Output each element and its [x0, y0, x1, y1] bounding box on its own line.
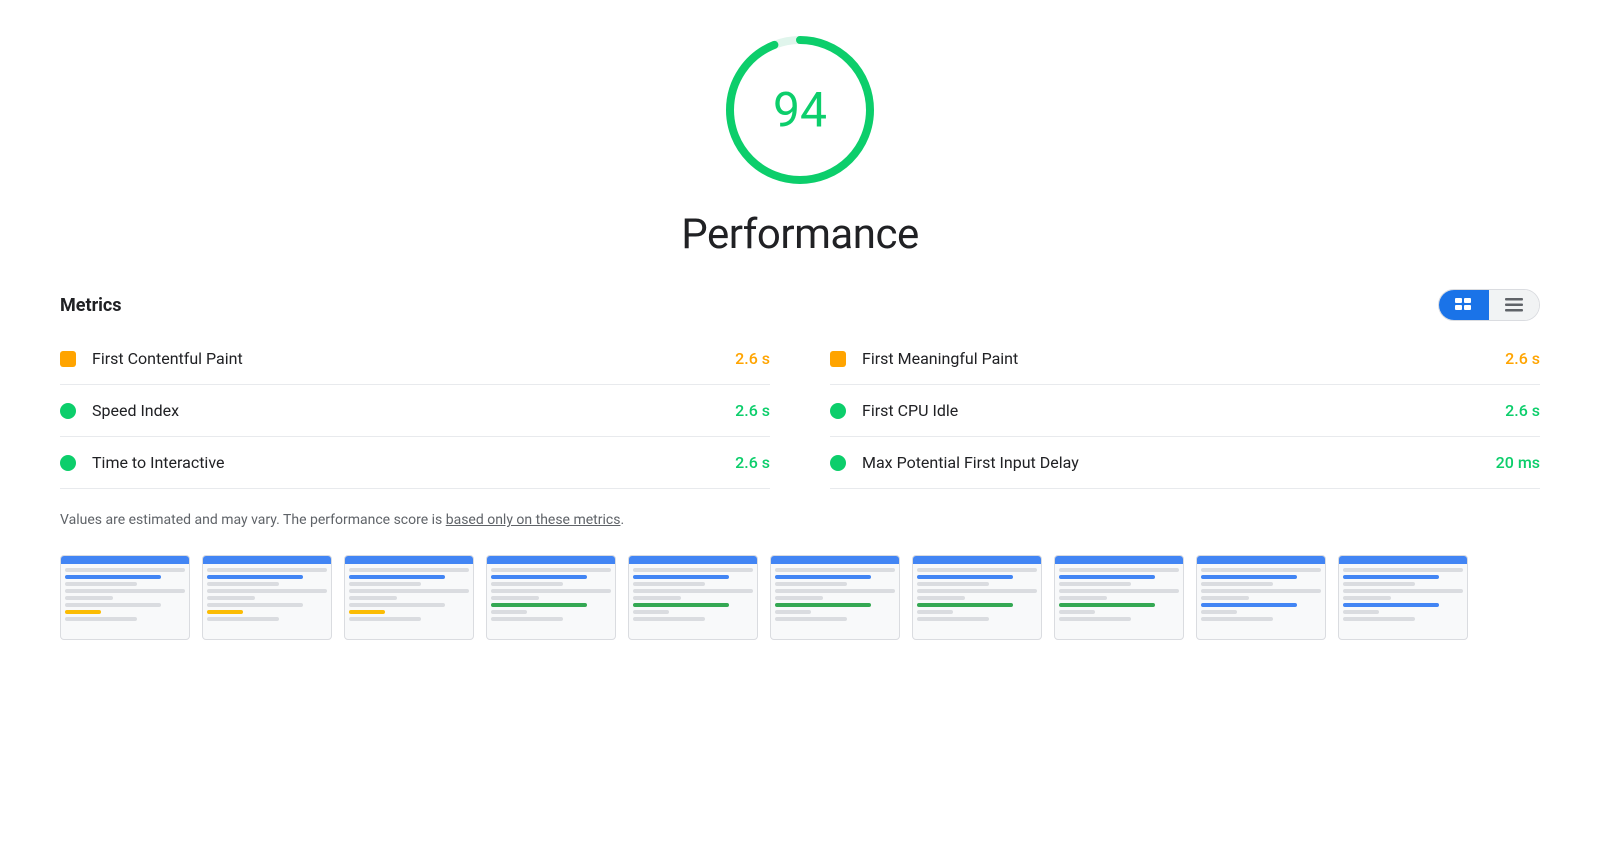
thumbnail-strip — [60, 555, 1540, 650]
metric-indicator — [60, 403, 76, 419]
metric-row: Time to Interactive 2.6 s — [60, 437, 770, 489]
metric-indicator — [830, 351, 846, 367]
thumbnail-10 — [1338, 555, 1468, 640]
metrics-right-column: First Meaningful Paint 2.6 s First CPU I… — [830, 333, 1540, 489]
metric-row: First CPU Idle 2.6 s — [830, 385, 1540, 437]
metric-indicator — [60, 455, 76, 471]
thumbnail-7 — [912, 555, 1042, 640]
thumbnail-5 — [628, 555, 758, 640]
footer-note: Values are estimated and may vary. The p… — [60, 509, 1540, 531]
metric-value: 20 ms — [1496, 453, 1540, 472]
metric-name: Max Potential First Input Delay — [862, 453, 1496, 472]
metric-value: 2.6 s — [735, 401, 770, 420]
metric-indicator — [830, 403, 846, 419]
metric-value: 2.6 s — [735, 349, 770, 368]
metric-indicator — [830, 455, 846, 471]
metric-row: First Meaningful Paint 2.6 s — [830, 333, 1540, 385]
metrics-header: Metrics — [60, 289, 1540, 321]
page-title: Performance — [60, 210, 1540, 259]
score-ring: 94 — [720, 30, 880, 190]
metric-row: Max Potential First Input Delay 20 ms — [830, 437, 1540, 489]
grid-view-button[interactable] — [1439, 290, 1489, 320]
metrics-left-column: First Contentful Paint 2.6 s Speed Index… — [60, 333, 770, 489]
thumbnail-1 — [60, 555, 190, 640]
thumbnail-9 — [1196, 555, 1326, 640]
metric-value: 2.6 s — [1505, 401, 1540, 420]
thumbnail-4 — [486, 555, 616, 640]
list-view-button[interactable] — [1489, 290, 1539, 320]
metric-name: First Contentful Paint — [92, 349, 735, 368]
thumbnail-8 — [1054, 555, 1184, 640]
metric-name: Speed Index — [92, 401, 735, 420]
metric-row: Speed Index 2.6 s — [60, 385, 770, 437]
metric-indicator — [60, 351, 76, 367]
metric-value: 2.6 s — [1505, 349, 1540, 368]
thumbnail-2 — [202, 555, 332, 640]
thumbnail-6 — [770, 555, 900, 640]
thumbnail-3 — [344, 555, 474, 640]
metric-name: Time to Interactive — [92, 453, 735, 472]
footer-suffix: . — [620, 512, 624, 528]
footer-static-text: Values are estimated and may vary. The p… — [60, 512, 446, 528]
view-toggle[interactable] — [1438, 289, 1540, 321]
metrics-link[interactable]: based only on these metrics — [446, 512, 621, 528]
metric-value: 2.6 s — [735, 453, 770, 472]
metric-name: First CPU Idle — [862, 401, 1505, 420]
metrics-label: Metrics — [60, 295, 122, 316]
metric-name: First Meaningful Paint — [862, 349, 1505, 368]
score-value: 94 — [773, 82, 827, 139]
metric-row: First Contentful Paint 2.6 s — [60, 333, 770, 385]
metrics-grid: First Contentful Paint 2.6 s Speed Index… — [60, 333, 1540, 489]
score-section: 94 — [60, 30, 1540, 190]
